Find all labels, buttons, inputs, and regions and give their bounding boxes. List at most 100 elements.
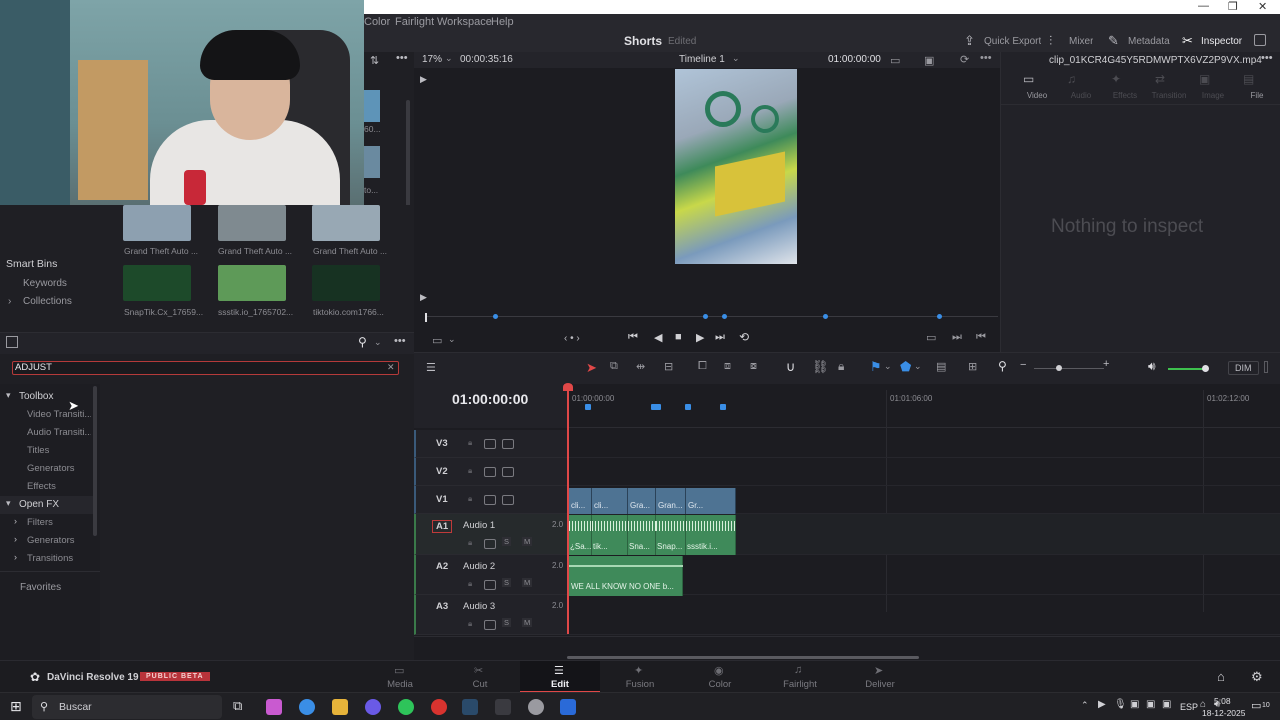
menu-item-fairlight[interactable]: Fairlight: [395, 16, 434, 28]
effects-tree-item[interactable]: Titles: [0, 442, 93, 460]
page-tab-fusion[interactable]: ✦ Fusion: [600, 661, 680, 693]
effects-tree-item[interactable]: ▾ Open FX: [0, 496, 93, 514]
media-thumb[interactable]: [312, 205, 380, 241]
effects-tree-item[interactable]: Effects: [0, 478, 93, 496]
chevron-down-icon[interactable]: ⌄: [448, 334, 456, 345]
marker-icon[interactable]: ⬟: [900, 359, 911, 375]
viewer-marker[interactable]: [937, 314, 942, 319]
match-frame-icon[interactable]: ▭: [926, 331, 936, 344]
timeline-selector[interactable]: Timeline 1: [679, 54, 725, 65]
menu-item-color[interactable]: Color: [364, 16, 390, 28]
next-edit-icon[interactable]: ⏭: [952, 331, 962, 344]
mixer-button[interactable]: Mixer: [1069, 36, 1093, 47]
volume-slider-fill[interactable]: [1168, 368, 1206, 370]
audio-clip[interactable]: Snap...: [656, 515, 686, 555]
inspector-tab-audio[interactable]: Audio: [1061, 91, 1101, 100]
davinci-taskbar-icon[interactable]: [431, 699, 447, 715]
menu-item-workspace[interactable]: Workspace: [437, 16, 492, 28]
snapping-icon[interactable]: ∪: [786, 359, 796, 375]
track-header-a1[interactable]: A1 Audio 1 2.0 🔒︎ S M: [414, 514, 568, 555]
viewer-options-icon[interactable]: ▭: [890, 54, 900, 67]
file-explorer-icon[interactable]: [332, 699, 348, 715]
windows-start-icon[interactable]: ⊞: [10, 698, 22, 715]
panel-toggle-icon[interactable]: [6, 336, 18, 348]
track-name[interactable]: Audio 3: [463, 601, 495, 612]
track-name[interactable]: Audio 2: [463, 561, 495, 572]
inspector-tab-file[interactable]: File: [1237, 91, 1277, 100]
zoom-detail-icon[interactable]: ⊞: [968, 360, 977, 373]
reverse-icon[interactable]: ◀: [654, 331, 662, 344]
effects-tree-item[interactable]: ▾ Toolbox: [0, 388, 93, 406]
clear-search-icon[interactable]: ✕: [387, 362, 395, 373]
track-id[interactable]: V3: [436, 438, 448, 449]
viewer-zoom[interactable]: 17%: [422, 54, 442, 65]
chevron-down-icon[interactable]: ⌄: [445, 53, 453, 64]
timeline-marker[interactable]: [685, 404, 691, 410]
inspector-button[interactable]: Inspector: [1201, 36, 1242, 47]
sort-icon[interactable]: ⇅: [370, 54, 379, 67]
track-id[interactable]: V2: [436, 466, 448, 477]
track-id[interactable]: A3: [436, 601, 448, 612]
quick-export-button[interactable]: Quick Export: [984, 36, 1041, 47]
tray-app-icon[interactable]: ▣: [1130, 699, 1139, 710]
audio-clip[interactable]: WE ALL KNOW NO ONE b...: [569, 556, 683, 596]
track-lane[interactable]: [568, 458, 1280, 486]
steam-icon[interactable]: [462, 699, 478, 715]
media-thumb-partial[interactable]: [364, 90, 380, 122]
viewer-marker[interactable]: [493, 314, 498, 319]
sync-icon[interactable]: ⟳: [960, 53, 969, 66]
zoom-in-icon[interactable]: +: [1103, 358, 1109, 370]
blade-tool-icon[interactable]: ⊟: [664, 360, 673, 373]
link-icon[interactable]: ⛓: [812, 359, 829, 375]
more-options-icon[interactable]: •••: [396, 52, 408, 64]
dim-button[interactable]: DIM: [1228, 361, 1259, 375]
timeline-marker[interactable]: [720, 404, 726, 410]
track-enable-icon[interactable]: [502, 439, 514, 449]
track-id[interactable]: A1: [432, 520, 453, 533]
audio-clip[interactable]: Sna...: [628, 515, 656, 555]
media-thumb[interactable]: [218, 205, 286, 241]
tray-app-icon[interactable]: ▣: [1146, 699, 1155, 710]
close-button[interactable]: ✕: [1258, 0, 1267, 13]
lock-icon[interactable]: 🔒︎: [838, 359, 844, 374]
chevron-down-icon[interactable]: ⌄: [914, 361, 922, 372]
spotify-icon[interactable]: [398, 699, 414, 715]
zoom-slider-handle[interactable]: [1056, 365, 1062, 371]
notification-icon[interactable]: ▭: [1251, 699, 1261, 712]
prev-edit-icon[interactable]: ⏮: [976, 331, 986, 344]
zoom-full-icon[interactable]: ▤: [936, 360, 946, 373]
solo-button[interactable]: S: [502, 578, 512, 587]
track-header-v2[interactable]: V2 🔒︎: [414, 458, 568, 486]
video-clip[interactable]: cli...: [569, 488, 592, 514]
chevron-down-icon[interactable]: ▾: [6, 498, 11, 509]
more-options-icon[interactable]: •••: [980, 52, 992, 64]
auto-select-icon[interactable]: [484, 495, 496, 505]
lock-icon[interactable]: 🔒︎: [468, 466, 472, 476]
more-options-icon[interactable]: •••: [1261, 52, 1273, 64]
page-tab-cut[interactable]: ✂ Cut: [440, 661, 520, 693]
effects-tree-item[interactable]: › Generators: [0, 532, 93, 550]
timeline-playhead[interactable]: [567, 384, 569, 634]
auto-select-icon[interactable]: [484, 467, 496, 477]
mute-button[interactable]: M: [522, 618, 533, 627]
auto-select-icon[interactable]: [484, 439, 496, 449]
auto-select-icon[interactable]: [484, 620, 496, 630]
chevron-right-icon[interactable]: ›: [14, 534, 17, 544]
bin-collections[interactable]: Collections: [23, 296, 72, 307]
media-thumb[interactable]: [123, 205, 191, 241]
search-icon[interactable]: ⚲: [358, 335, 367, 349]
effects-tree-item[interactable]: › Filters: [0, 514, 93, 532]
metadata-button[interactable]: Metadata: [1128, 36, 1170, 47]
inspector-tab-transition[interactable]: Transition: [1149, 91, 1189, 100]
video-clip[interactable]: cli...: [592, 488, 628, 514]
page-tab-deliver[interactable]: ➤ Deliver: [840, 661, 920, 693]
effects-search-input[interactable]: ADJUST ✕: [12, 361, 399, 375]
timeline-playhead-handle[interactable]: [563, 383, 573, 391]
audio-clip[interactable]: ssstik.i...: [686, 515, 736, 555]
chevron-down-icon[interactable]: ⌄: [884, 361, 892, 372]
zoom-slider-track[interactable]: [1034, 368, 1104, 369]
timeline-ruler[interactable]: [568, 384, 1280, 428]
timeline-marker[interactable]: [655, 404, 661, 410]
inspector-tab-video[interactable]: Video: [1017, 91, 1057, 100]
page-tab-media[interactable]: ▭ Media: [360, 661, 440, 693]
